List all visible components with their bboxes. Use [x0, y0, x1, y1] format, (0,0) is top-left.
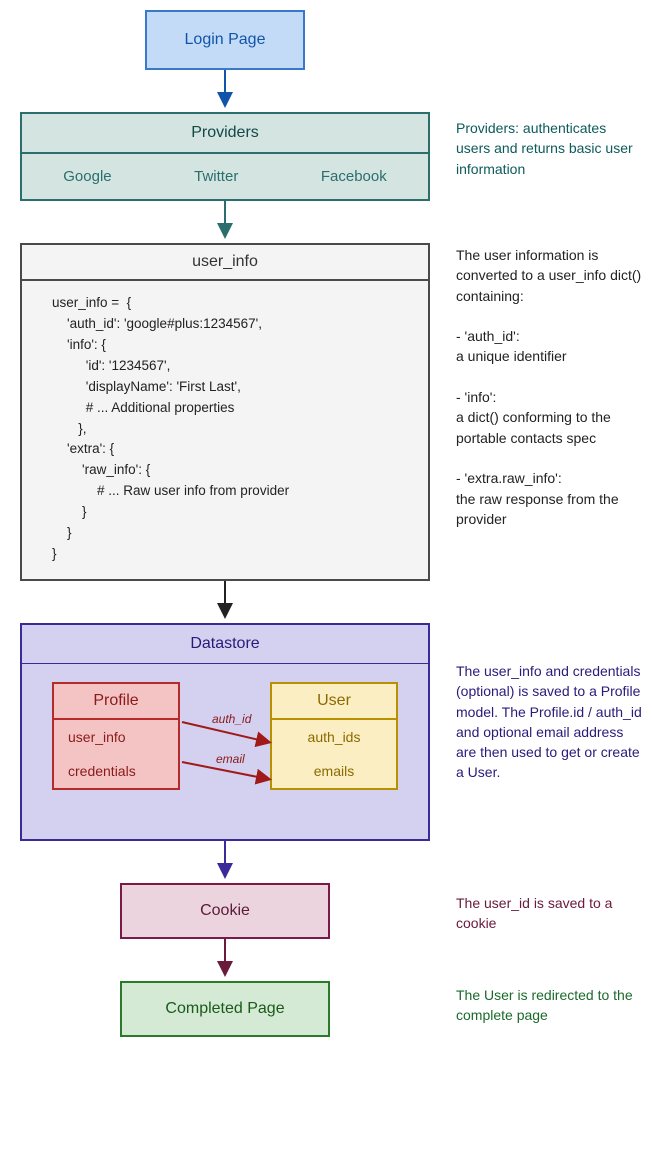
diagram-container: Login Page Providers Google Twitter Face… — [10, 10, 642, 1037]
cookie-box: Cookie — [120, 883, 330, 939]
login-page-box: Login Page — [145, 10, 305, 70]
providers-list: Google Twitter Facebook — [22, 154, 428, 199]
login-page-label: Login Page — [185, 31, 266, 49]
datastore-title: Datastore — [22, 625, 428, 664]
userinfo-title: user_info — [22, 245, 428, 281]
provider-google: Google — [63, 168, 111, 185]
datastore-box: Datastore Profile user_info credentials … — [20, 623, 430, 841]
arrow-login-to-providers — [215, 70, 235, 112]
providers-note: Providers: authenticates users and retur… — [440, 118, 642, 179]
userinfo-note: The user information is converted to a u… — [440, 245, 642, 529]
edge-label-email: email — [216, 752, 245, 766]
completed-page-box: Completed Page — [120, 981, 330, 1037]
provider-twitter: Twitter — [194, 168, 238, 185]
arrow-providers-to-userinfo — [215, 201, 235, 243]
providers-box: Providers Google Twitter Facebook — [20, 112, 430, 201]
arrow-cookie-to-completed — [215, 939, 235, 981]
arrow-userinfo-to-datastore — [215, 581, 235, 623]
cookie-note: The user_id is saved to a cookie — [440, 893, 642, 934]
arrow-datastore-to-cookie — [215, 841, 235, 883]
cookie-label: Cookie — [200, 902, 250, 920]
userinfo-code: user_info = { 'auth_id': 'google#plus:12… — [22, 281, 428, 579]
edge-label-authid: auth_id — [212, 712, 251, 726]
completed-note: The User is redirected to the complete p… — [440, 985, 642, 1026]
datastore-note: The user_info and credentials (optional)… — [440, 661, 642, 783]
provider-facebook: Facebook — [321, 168, 387, 185]
providers-title: Providers — [22, 114, 428, 154]
userinfo-box: user_info user_info = { 'auth_id': 'goog… — [20, 243, 430, 581]
completed-page-label: Completed Page — [165, 1000, 284, 1018]
